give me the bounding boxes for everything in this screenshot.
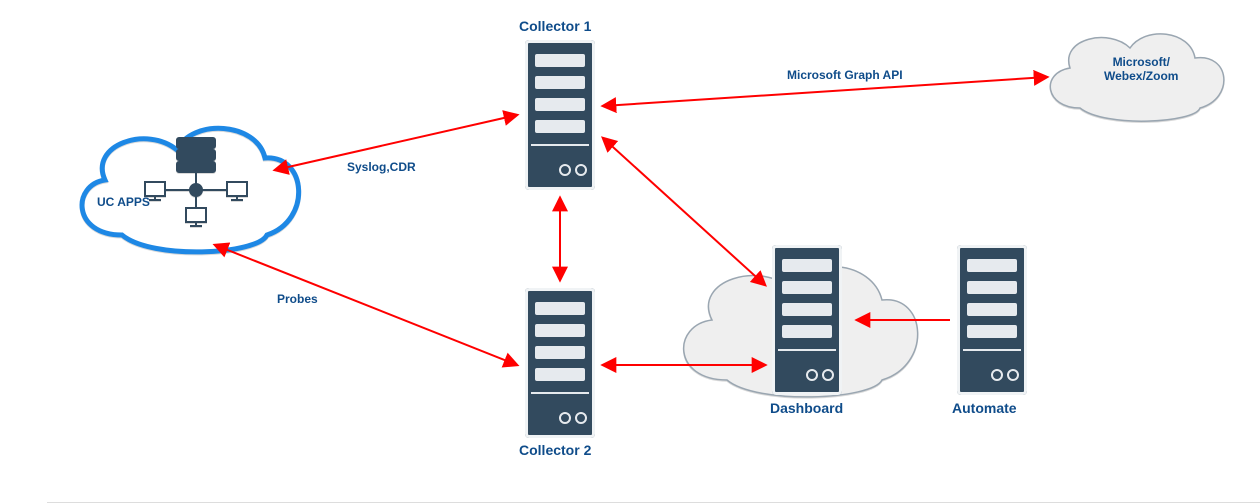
label-automate: Automate bbox=[952, 400, 1017, 416]
label-uc-apps: UC APPS bbox=[97, 195, 150, 209]
label-cloud-vendors: Microsoft/ Webex/Zoom bbox=[1104, 55, 1178, 83]
conn-label-probes: Probes bbox=[277, 292, 318, 306]
label-dashboard: Dashboard bbox=[770, 400, 843, 416]
diagram-canvas: Collector 1 Collector 2 Dashboard Automa… bbox=[47, 0, 1260, 503]
conn-label-syslog-cdr: Syslog,CDR bbox=[347, 160, 416, 174]
conn-label-graph-api: Microsoft Graph API bbox=[787, 68, 903, 82]
connections-layer bbox=[47, 0, 1260, 502]
label-collector-2: Collector 2 bbox=[519, 442, 591, 458]
label-collector-1: Collector 1 bbox=[519, 18, 591, 34]
